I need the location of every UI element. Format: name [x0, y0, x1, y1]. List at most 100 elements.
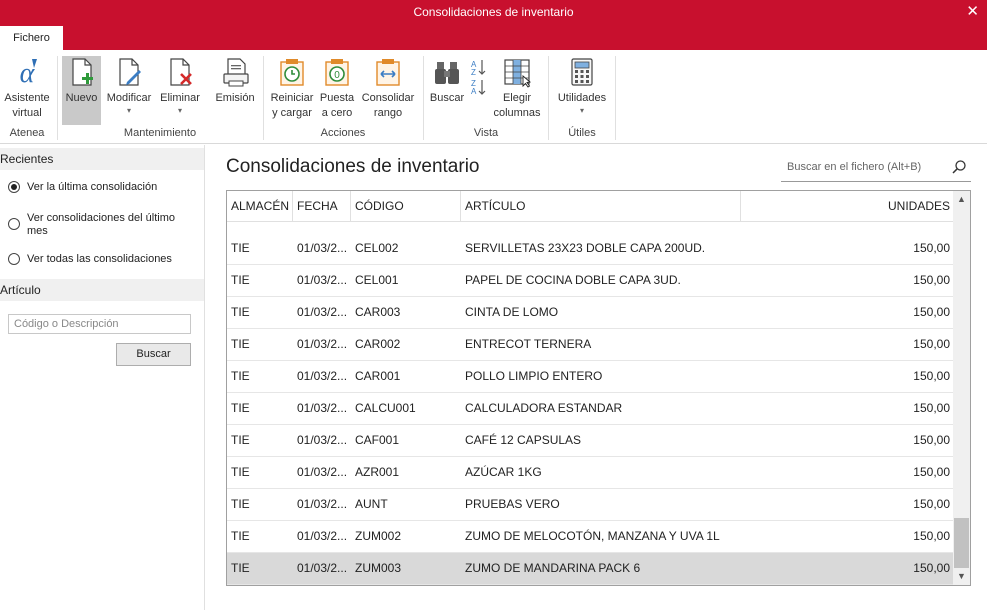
cell-codigo: CALCU001 [355, 401, 416, 415]
cell-articulo: PRUEBAS VERO [465, 497, 560, 511]
column-header-codigo[interactable]: CÓDIGO [351, 191, 461, 222]
file-search [781, 156, 971, 182]
ribbon-tabstrip: Fichero [0, 24, 987, 50]
close-icon[interactable]: ✕ [966, 0, 979, 24]
cell-fecha: 01/03/2... [297, 561, 348, 575]
radio-ultimo-mes[interactable]: Ver consolidaciones del último mes [8, 212, 198, 238]
vertical-scrollbar[interactable]: ▲ ▼ [953, 191, 970, 585]
cell-codigo: CAF001 [355, 433, 400, 447]
cell-articulo: SERVILLETAS 23X23 DOBLE CAPA 200UD. [465, 241, 706, 255]
radio-todas-consolidaciones[interactable]: Ver todas las consolidaciones [8, 253, 172, 265]
column-header-almacen[interactable]: ALMACÉN [227, 191, 293, 222]
cell-unidades: 150,00 [913, 369, 950, 383]
group-label-vista: Vista [473, 127, 499, 139]
file-search-input[interactable] [781, 156, 941, 178]
puesta-a-cero-button[interactable]: 0 Puesta a cero [318, 56, 356, 121]
cell-articulo: CINTA DE LOMO [465, 305, 559, 319]
column-header-articulo[interactable]: ARTÍCULO [461, 191, 741, 222]
table-row[interactable]: TIE 01/03/2... CAR001 POLLO LIMPIO ENTERO 15… [227, 361, 954, 393]
articulo-search-input[interactable] [8, 314, 191, 334]
cell-almacen: TIE [231, 497, 250, 511]
table-row[interactable]: TIE 01/03/2... ZUM003 ZUMO DE MANDARINA PAC… [227, 553, 954, 585]
cell-almacen: TIE [231, 337, 250, 351]
group-label-acciones: Acciones [320, 127, 366, 139]
cell-articulo: POLLO LIMPIO ENTERO [465, 369, 603, 383]
cell-codigo: AZR001 [355, 465, 400, 479]
cell-almacen: TIE [231, 273, 250, 287]
ribbon-separator [423, 56, 424, 140]
cell-unidades: 150,00 [913, 497, 950, 511]
reset-clock-icon [280, 59, 304, 86]
cell-articulo: AZÚCAR 1KG [465, 465, 542, 479]
sidebar: Recientes Ver la última consolidación Ve… [0, 145, 205, 610]
reiniciar-y-cargar-button[interactable]: Reiniciar y cargar [268, 56, 316, 121]
scroll-thumb[interactable] [954, 518, 969, 568]
table-row[interactable]: TIE 01/03/2... CAR003 CINTA DE LOMO 150,00 [227, 297, 954, 329]
cell-codigo: ZUM002 [355, 529, 402, 543]
radio-button[interactable] [8, 218, 20, 230]
edit-document-icon [119, 58, 141, 86]
emision-button[interactable]: Emisión [212, 56, 258, 106]
chevron-down-icon: ▾ [177, 106, 182, 115]
table-row[interactable]: TIE 01/03/2... CEL002 SERVILLETAS 23X23 DOB… [227, 233, 954, 265]
cell-fecha: 01/03/2... [297, 273, 348, 287]
ribbon: α Asistente virtual Atenea Nuevo Modific… [0, 50, 987, 144]
cell-fecha: 01/03/2... [297, 529, 348, 543]
cell-unidades: 150,00 [913, 465, 950, 479]
ribbon-separator [57, 56, 58, 140]
recientes-header: Recientes [0, 148, 204, 170]
chevron-down-icon: ▾ [579, 106, 584, 115]
radio-ultima-consolidacion[interactable]: Ver la última consolidación [8, 181, 157, 193]
sort-button[interactable]: A Z Z A [468, 56, 488, 101]
search-icon[interactable] [951, 159, 967, 175]
sort-az-icon: A Z Z A [471, 60, 486, 96]
table-row[interactable]: TIE 01/03/2... CEL001 PAPEL DE COCINA DOBLE… [227, 265, 954, 297]
table-row[interactable]: TIE 01/03/2... CAF001 CAFÉ 12 CAPSULAS 150,0… [227, 425, 954, 457]
cell-almacen: TIE [231, 241, 250, 255]
group-label-utiles: Útiles [568, 127, 596, 139]
cell-unidades: 150,00 [913, 337, 950, 351]
page-title: Consolidaciones de inventario [226, 156, 480, 177]
column-header-fecha[interactable]: FECHA [293, 191, 351, 222]
scroll-up-icon[interactable]: ▲ [953, 191, 970, 208]
articulo-buscar-button[interactable]: Buscar [116, 343, 191, 366]
eliminar-button[interactable]: Eliminar ▾ [157, 56, 203, 116]
cell-unidades: 150,00 [913, 305, 950, 319]
cell-fecha: 01/03/2... [297, 401, 348, 415]
cell-codigo: ZUM003 [355, 561, 402, 575]
cell-codigo: CAR001 [355, 369, 401, 383]
tab-fichero[interactable]: Fichero [0, 26, 63, 50]
cell-articulo: ZUMO DE MELOCOTÓN, MANZANA Y UVA 1L [465, 529, 720, 543]
buscar-ribbon-button[interactable]: Buscar [428, 56, 466, 106]
column-header-unidades[interactable]: UNIDADES [741, 191, 954, 222]
table-row[interactable]: TIE 01/03/2... CALCU001 CALCULADORA ESTANDA… [227, 393, 954, 425]
consolidar-rango-button[interactable]: Consolidar rango [358, 56, 418, 121]
svg-text:A: A [471, 87, 477, 96]
radio-button[interactable] [8, 253, 20, 265]
nuevo-button[interactable]: Nuevo [62, 56, 101, 125]
zero-clock-icon: 0 [325, 59, 349, 86]
cell-unidades: 150,00 [913, 401, 950, 415]
cell-fecha: 01/03/2... [297, 305, 348, 319]
cell-unidades: 150,00 [913, 529, 950, 543]
cell-fecha: 01/03/2... [297, 241, 348, 255]
cell-articulo: ZUMO DE MANDARINA PACK 6 [465, 561, 641, 575]
cell-articulo: PAPEL DE COCINA DOBLE CAPA 3UD. [465, 273, 681, 287]
table-row[interactable]: TIE 01/03/2... AUNT PRUEBAS VERO 150,00 [227, 489, 954, 521]
cell-unidades: 150,00 [913, 433, 950, 447]
table-row[interactable]: TIE 01/03/2... CAR002 ENTRECOT TERNERA 150,0… [227, 329, 954, 361]
radio-button-checked[interactable] [8, 181, 20, 193]
svg-text:Z: Z [471, 68, 476, 77]
utilidades-button[interactable]: Utilidades ▾ [553, 56, 611, 116]
asistente-virtual-button[interactable]: α Asistente virtual [2, 56, 52, 121]
modificar-button[interactable]: Modificar ▾ [103, 56, 155, 116]
elegir-columnas-button[interactable]: Elegir columnas [490, 56, 544, 121]
ribbon-separator [548, 56, 549, 140]
cell-fecha: 01/03/2... [297, 337, 348, 351]
table-row[interactable]: TIE 01/03/2... ZUM002 ZUMO DE MELOCOTÓN, MA… [227, 521, 954, 553]
table-row[interactable]: TIE 01/03/2... AZR001 AZÚCAR 1KG 150,00 [227, 457, 954, 489]
scroll-down-icon[interactable]: ▼ [953, 568, 970, 585]
cell-almacen: TIE [231, 305, 250, 319]
group-label-atenea: Atenea [9, 127, 45, 139]
ribbon-separator [263, 56, 264, 140]
